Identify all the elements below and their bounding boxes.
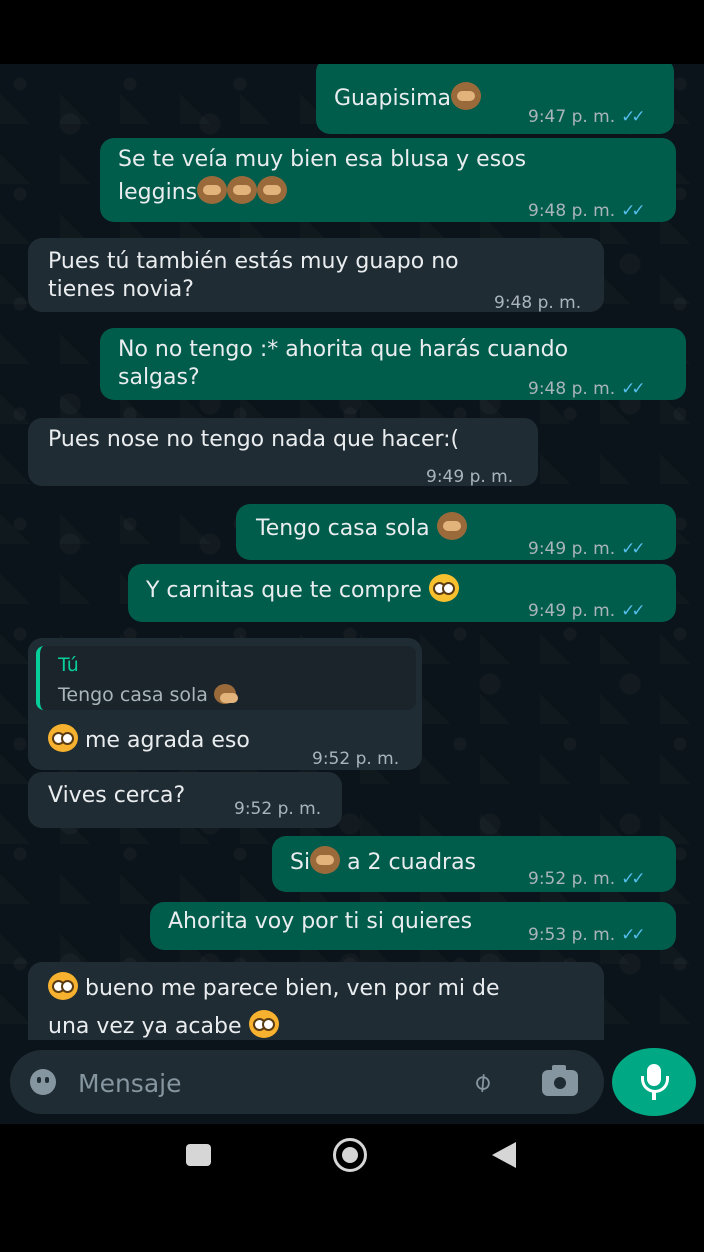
- message-bubble-incoming[interactable]: Vives cerca? 9:52 p. m.: [28, 772, 342, 828]
- flushed-face-emoji: [248, 1010, 279, 1038]
- status-bar-area: [0, 0, 704, 64]
- pleading-face-emoji: [428, 574, 459, 602]
- bottom-frame: [0, 1188, 704, 1252]
- message-bubble-outgoing[interactable]: Ahorita voy por ti si quieres 9:53 p. m.…: [150, 902, 676, 950]
- message-text: Vives cerca?: [48, 783, 186, 808]
- camera-icon[interactable]: [542, 1065, 578, 1096]
- read-ticks-icon: ✓✓: [621, 379, 645, 399]
- message-composer: ⌀: [0, 1040, 704, 1124]
- message-text-line: tienes novia?: [48, 277, 194, 302]
- recents-square-icon[interactable]: [186, 1144, 211, 1166]
- read-ticks-icon: ✓✓: [621, 201, 645, 221]
- message-meta: 9:48 p. m. ✓✓: [528, 196, 646, 227]
- message-time: 9:52 p. m.: [528, 869, 616, 889]
- message-bubble-outgoing[interactable]: Se te veía muy bien esa blusa y esos leg…: [100, 138, 676, 222]
- home-circle-icon[interactable]: [333, 1138, 367, 1172]
- message-bubble-incoming[interactable]: Pues tú también estás muy guapo no tiene…: [28, 238, 604, 313]
- message-bubble-outgoing[interactable]: No no tengo :* ahorita que harás cuando …: [100, 328, 686, 400]
- see-no-evil-monkey-emoji: [451, 82, 482, 110]
- message-time: 9:52 p. m.: [234, 799, 322, 819]
- read-ticks-icon: ✓✓: [621, 925, 645, 945]
- flushed-face-emoji: [48, 972, 78, 1000]
- message-text-line: leggins: [118, 180, 198, 205]
- message-bubble-outgoing[interactable]: Y carnitas que te compre 9:49 p. m. ✓✓: [128, 564, 676, 622]
- android-navigation-bar: [0, 1124, 704, 1188]
- see-no-evil-monkey-emoji: [436, 512, 467, 540]
- message-text-line: Se te veía muy bien esa blusa y esos: [118, 147, 527, 172]
- message-meta: 9:49 p. m. ✓✓: [528, 534, 646, 565]
- see-no-evil-monkey-emoji: [197, 176, 228, 204]
- message-meta: 9:53 p. m. ✓✓: [528, 920, 646, 951]
- message-input-pill[interactable]: ⌀: [10, 1050, 604, 1114]
- message-input[interactable]: [76, 1060, 440, 1106]
- quoted-author: Tú: [58, 654, 79, 676]
- back-triangle-icon[interactable]: [492, 1142, 516, 1168]
- message-time: 9:53 p. m.: [528, 925, 616, 945]
- message-text-line: Pues tú también estás muy guapo no: [48, 249, 459, 274]
- message-time: 9:49 p. m.: [528, 539, 616, 559]
- message-time: 9:48 p. m.: [494, 293, 582, 313]
- quoted-message[interactable]: Tú Tengo casa sola: [36, 646, 416, 710]
- see-no-evil-monkey-emoji: [257, 176, 288, 204]
- read-ticks-icon: ✓✓: [621, 601, 645, 621]
- message-text: Guapisima: [334, 86, 452, 111]
- see-no-evil-monkey-emoji: [227, 176, 258, 204]
- message-time: 9:49 p. m.: [528, 601, 616, 621]
- paperclip-icon[interactable]: ⌀: [458, 1058, 507, 1105]
- message-bubble-incoming-reply[interactable]: Tú Tengo casa sola me agrada eso 9:52 p.…: [28, 638, 422, 770]
- message-text-line: una vez ya acabe: [48, 1014, 242, 1039]
- message-meta: 9:52 p. m. ✓✓: [528, 864, 646, 895]
- smiley-icon[interactable]: [30, 1069, 56, 1095]
- flushed-face-emoji: [48, 724, 78, 752]
- read-ticks-icon: ✓✓: [621, 107, 645, 127]
- message-meta: 9:47 p. m. ✓✓: [528, 102, 646, 133]
- read-ticks-icon: ✓✓: [621, 539, 645, 559]
- message-bubble-outgoing[interactable]: Tengo casa sola 9:49 p. m. ✓✓: [236, 504, 676, 560]
- message-text-line: salgas?: [118, 365, 200, 390]
- message-text: Si: [290, 850, 311, 875]
- message-time: 9:47 p. m.: [528, 107, 616, 127]
- message-text-line: bueno me parece bien, ven por mi de: [85, 976, 500, 1001]
- message-text: me agrada eso: [85, 728, 250, 753]
- read-ticks-icon: ✓✓: [621, 869, 645, 889]
- message-bubble-incoming[interactable]: Pues nose no tengo nada que hacer:( 9:49…: [28, 418, 538, 487]
- message-text: Ahorita voy por ti si quieres: [168, 909, 473, 934]
- message-time: 9:49 p. m.: [426, 467, 514, 487]
- chat-area[interactable]: Guapisima 9:47 p. m. ✓✓ Se te veía muy bi…: [0, 64, 704, 1124]
- message-text: Pues nose no tengo nada que hacer:(: [48, 427, 460, 452]
- message-text: a 2 cuadras: [347, 850, 477, 875]
- message-time: 9:48 p. m.: [528, 379, 616, 399]
- message-text-line: No no tengo :* ahorita que harás cuando: [118, 337, 569, 362]
- message-meta: 9:48 p. m. ✓✓: [528, 374, 646, 405]
- see-no-evil-monkey-emoji: [214, 684, 238, 704]
- quoted-text: Tengo casa sola: [58, 684, 208, 706]
- message-bubble-outgoing[interactable]: Guapisima 9:47 p. m. ✓✓: [316, 64, 674, 134]
- message-text: Tengo casa sola: [256, 516, 430, 541]
- message-time: 9:52 p. m.: [312, 749, 400, 769]
- message-meta: 9:49 p. m. ✓✓: [528, 596, 646, 627]
- message-time: 9:48 p. m.: [528, 201, 616, 221]
- message-text: Y carnitas que te compre: [146, 578, 422, 603]
- microphone-icon[interactable]: [612, 1048, 696, 1116]
- message-bubble-outgoing[interactable]: Si a 2 cuadras 9:52 p. m. ✓✓: [272, 836, 676, 892]
- see-no-evil-monkey-emoji: [310, 846, 341, 874]
